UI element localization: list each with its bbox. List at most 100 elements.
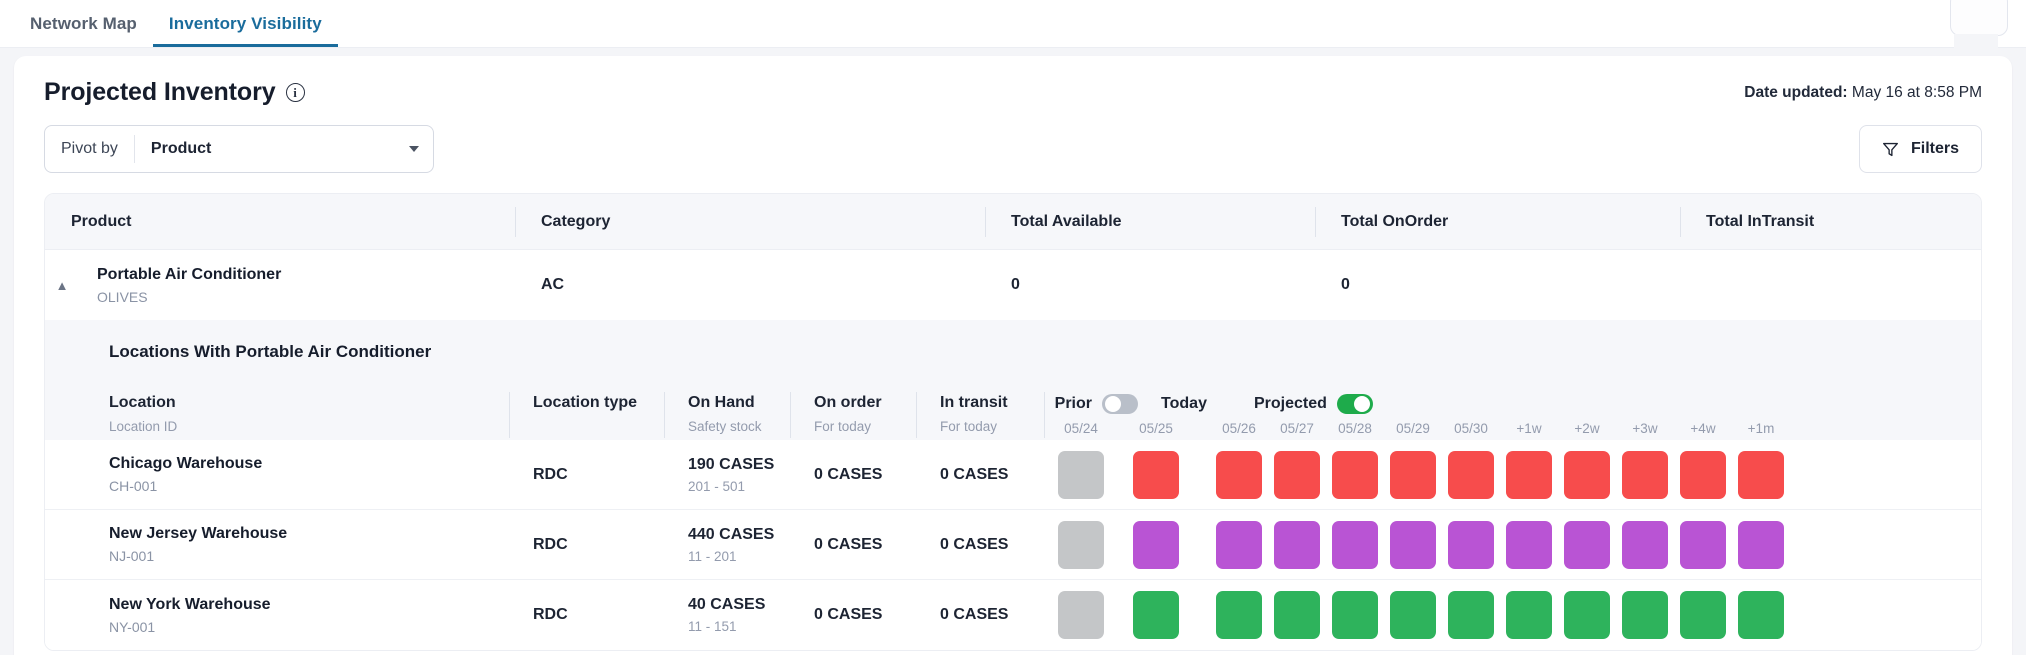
column-header-location[interactable]: Location Location ID (109, 394, 509, 440)
funnel-icon (1882, 141, 1899, 158)
app-root: Network Map Inventory Visibility Project… (0, 0, 2026, 655)
prior-toggle-group: Prior (1044, 394, 1138, 414)
date-updated: Date updated: May 16 at 8:58 PM (1744, 84, 1982, 102)
cell-projected-9[interactable] (1732, 521, 1790, 569)
column-header-on-hand-label: On Hand (688, 394, 790, 412)
cell-projected-7[interactable] (1616, 591, 1674, 639)
cell-projected-1[interactable] (1268, 451, 1326, 499)
date-label-projected-3: 05/29 (1384, 421, 1442, 436)
cell-projected-5[interactable] (1500, 521, 1558, 569)
tables-container: Product Category Total Available Total O… (14, 173, 2012, 651)
cell-projected-6[interactable] (1558, 591, 1616, 639)
column-header-category[interactable]: Category (515, 207, 985, 237)
location-cell: New Jersey WarehouseNJ-001 (45, 525, 509, 564)
status-box-projected (1390, 521, 1436, 569)
cell-projected-5[interactable] (1500, 591, 1558, 639)
cell-projected-7[interactable] (1616, 451, 1674, 499)
column-header-on-hand[interactable]: On Hand Safety stock (664, 394, 790, 440)
status-box-projected (1274, 591, 1320, 639)
total-onorder-cell: 0 (1315, 276, 1680, 294)
projected-label: Projected (1254, 395, 1327, 413)
column-header-in-transit[interactable]: In transit For today (916, 394, 1044, 440)
cell-prior[interactable] (1044, 591, 1118, 639)
on-order-value: 0 CASES (814, 606, 916, 624)
status-box-projected (1448, 451, 1494, 499)
safety-stock-value: 201 - 501 (688, 479, 790, 494)
cell-projected-2[interactable] (1326, 521, 1384, 569)
column-header-in-transit-sub: For today (940, 419, 1044, 434)
page-title: Projected Inventory (44, 78, 276, 107)
column-header-total-available[interactable]: Total Available (985, 207, 1315, 237)
cell-prior[interactable] (1044, 521, 1118, 569)
cell-projected-5[interactable] (1500, 451, 1558, 499)
column-header-location-type[interactable]: Location type (509, 394, 664, 440)
cell-projected-8[interactable] (1674, 591, 1732, 639)
timeline-cells (1044, 521, 1790, 569)
date-label-projected-6: +2w (1558, 421, 1616, 436)
table-row[interactable]: New Jersey WarehouseNJ-001RDC440 CASES11… (45, 510, 1981, 580)
column-header-on-order[interactable]: On order For today (790, 394, 916, 440)
cell-today[interactable] (1118, 451, 1194, 499)
projected-toggle[interactable] (1337, 394, 1373, 414)
safety-stock-value: 11 - 151 (688, 619, 790, 634)
cell-projected-0[interactable] (1210, 591, 1268, 639)
status-box-projected (1564, 451, 1610, 499)
column-header-total-onorder[interactable]: Total OnOrder (1315, 207, 1680, 237)
cell-today[interactable] (1118, 521, 1194, 569)
cell-projected-1[interactable] (1268, 521, 1326, 569)
pivot-by-select[interactable]: Pivot by Product (44, 125, 434, 173)
date-label-projected-2: 05/28 (1326, 421, 1384, 436)
status-box-projected (1274, 521, 1320, 569)
cell-projected-9[interactable] (1732, 451, 1790, 499)
cell-today[interactable] (1118, 591, 1194, 639)
table-row[interactable]: ▲ Portable Air Conditioner OLIVES AC 0 0 (45, 250, 1981, 320)
status-box-projected (1622, 521, 1668, 569)
cell-projected-0[interactable] (1210, 521, 1268, 569)
cell-projected-1[interactable] (1268, 591, 1326, 639)
cell-prior[interactable] (1044, 451, 1118, 499)
cell-projected-6[interactable] (1558, 521, 1616, 569)
filters-button[interactable]: Filters (1859, 125, 1982, 173)
column-header-total-intransit[interactable]: Total InTransit (1680, 207, 1981, 237)
cell-projected-4[interactable] (1442, 521, 1500, 569)
cell-projected-8[interactable] (1674, 451, 1732, 499)
tab-network-map[interactable]: Network Map (14, 15, 153, 47)
cell-projected-6[interactable] (1558, 451, 1616, 499)
cell-projected-7[interactable] (1616, 521, 1674, 569)
cell-projected-9[interactable] (1732, 591, 1790, 639)
cell-projected-2[interactable] (1326, 591, 1384, 639)
status-box-projected (1332, 451, 1378, 499)
column-header-product[interactable]: Product (45, 207, 515, 237)
date-label-projected-1: 05/27 (1268, 421, 1326, 436)
status-box-projected (1216, 451, 1262, 499)
cell-projected-4[interactable] (1442, 451, 1500, 499)
cell-projected-8[interactable] (1674, 521, 1732, 569)
status-box-projected (1274, 451, 1320, 499)
date-label-projected-8: +4w (1674, 421, 1732, 436)
pivot-by-label: Pivot by (45, 135, 135, 163)
date-label-projected-4: 05/30 (1442, 421, 1500, 436)
prior-toggle[interactable] (1102, 394, 1138, 414)
location-name: New York Warehouse (109, 596, 509, 614)
date-updated-value: May 16 at 8:58 PM (1852, 84, 1982, 101)
tab-inventory-visibility[interactable]: Inventory Visibility (153, 15, 338, 47)
cell-projected-2[interactable] (1326, 451, 1384, 499)
date-label-prior: 05/24 (1044, 421, 1118, 436)
product-cell: Portable Air Conditioner OLIVES (79, 266, 515, 305)
card-header: Projected Inventory i Date updated: May … (14, 56, 2012, 107)
status-box-projected (1738, 521, 1784, 569)
table-row[interactable]: Chicago WarehouseCH-001RDC190 CASES201 -… (45, 440, 1981, 510)
cell-projected-0[interactable] (1210, 451, 1268, 499)
column-header-on-order-label: On order (814, 394, 916, 412)
cell-projected-3[interactable] (1384, 451, 1442, 499)
on-order-cell: 0 CASES (790, 606, 916, 624)
location-type-cell: RDC (509, 466, 664, 484)
chevron-up-icon[interactable]: ▲ (45, 250, 79, 320)
safety-stock-value: 11 - 201 (688, 549, 790, 564)
cell-projected-4[interactable] (1442, 591, 1500, 639)
table-row[interactable]: New York WarehouseNY-001RDC40 CASES11 - … (45, 580, 1981, 650)
cell-projected-3[interactable] (1384, 521, 1442, 569)
status-box-projected (1680, 451, 1726, 499)
cell-projected-3[interactable] (1384, 591, 1442, 639)
info-icon[interactable]: i (286, 83, 305, 102)
